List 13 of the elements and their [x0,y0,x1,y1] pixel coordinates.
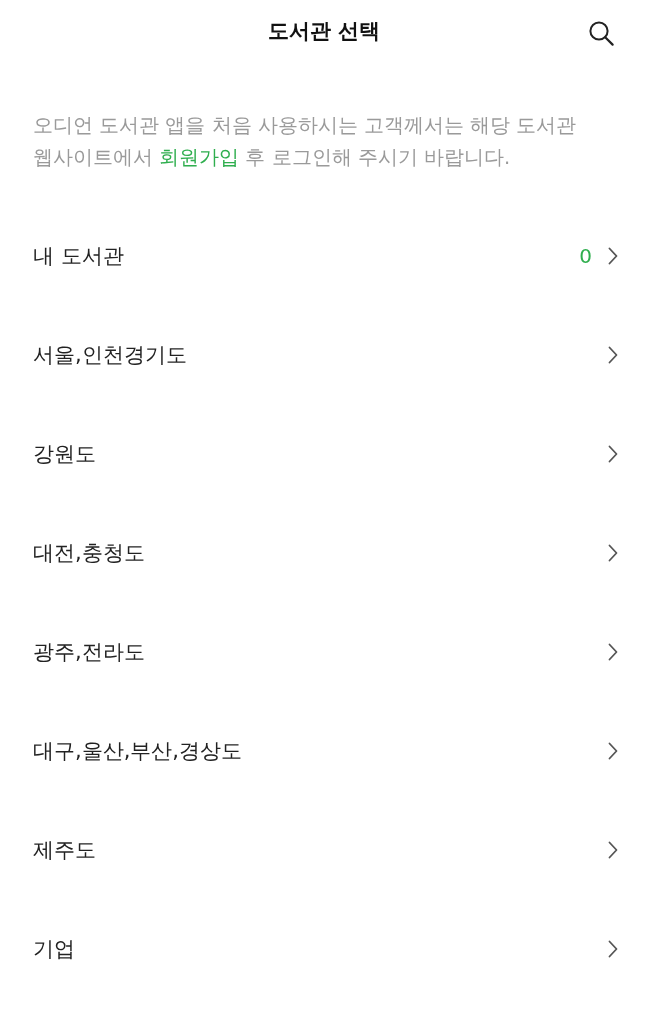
chevron-right-icon [608,543,618,562]
chevron-right-icon [608,246,618,265]
chevron-right-icon [608,345,618,364]
search-icon [588,20,614,46]
chevron-right-icon [608,840,618,859]
chevron-right-icon [608,939,618,958]
chevron-right-icon [608,642,618,661]
chevron-right-icon [608,741,618,760]
library-count: 0 [579,243,592,268]
chevron-right-icon [608,444,618,463]
page-title: 도서관 선택 [267,19,381,45]
notice-text: 오디언 도서관 앱을 처음 사용하시는 고객께서는 해당 도서관 웹사이트에서 회원가입 후 로그인해 주시기 바랍니다. [33,113,578,171]
search-button[interactable] [586,18,616,48]
